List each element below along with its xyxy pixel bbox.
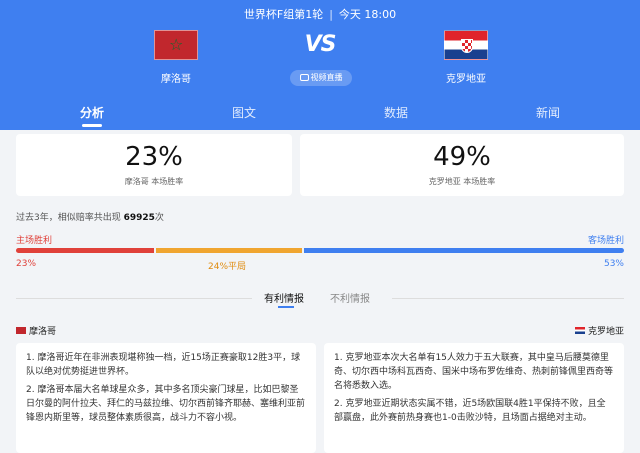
list-item: 2. 克罗地亚近期状态实属不错，近5场欧国联4胜1平保持不败，且全部赢盘，此外赛… [334, 399, 606, 423]
history-count: 69925 [123, 213, 155, 223]
morocco-flag-icon: ☆ [154, 30, 198, 60]
home-win-pct: 23% [16, 259, 37, 269]
away-win-rate: 49% [433, 142, 491, 172]
home-win-rate: 23% [125, 142, 183, 172]
home-team-name: 摩洛哥 [161, 74, 191, 85]
draw-bar [156, 248, 302, 253]
vs-label: VS [304, 32, 337, 57]
tab-news[interactable]: 新闻 [508, 104, 588, 121]
main-tabs: 分析 图文 数据 新闻 [0, 104, 640, 130]
tab-analysis[interactable]: 分析 [52, 104, 132, 121]
match-time: 今天 18:00 [338, 8, 397, 21]
away-win-bar [304, 248, 624, 253]
home-intel-list: 1. 摩洛哥近年在非洲表现堪称独一档，近15场正赛豪取12胜3平，球队以绝对优势… [16, 343, 316, 453]
away-win-rate-label: 克罗地亚 本场胜率 [428, 177, 496, 186]
draw-pct: 24%平局 [208, 262, 247, 272]
away-team-name: 克罗地亚 [446, 74, 486, 85]
away-intel-team: 克罗地亚 [587, 327, 624, 337]
away-win-legend: 客场胜利 [587, 236, 624, 246]
home-win-legend: 主场胜利 [16, 236, 53, 246]
away-intel-list: 1. 克罗地亚本次大名单有15人效力于五大联赛，其中皇马后腰莫德里奇、切尔西中场… [324, 343, 624, 453]
live-stream-button[interactable]: 视频直播 [290, 70, 352, 86]
home-win-bar [16, 248, 154, 253]
tab-graphic[interactable]: 图文 [204, 104, 284, 121]
home-intel-header: 摩洛哥 [16, 324, 56, 337]
home-win-rate-label: 摩洛哥 本场胜率 [124, 177, 184, 186]
away-win-rate-card: 49% 克罗地亚 本场胜率 [300, 134, 624, 196]
tab-data[interactable]: 数据 [356, 104, 436, 121]
divider [16, 298, 252, 299]
competition-label: 世界杯F组第1轮 [243, 8, 324, 21]
divider [392, 298, 624, 299]
match-title: 世界杯F组第1轮 | 今天 18:00 [243, 8, 397, 21]
away-intel-header: 克罗地亚 [574, 324, 624, 337]
croatia-flag-icon [574, 327, 585, 334]
list-item: 1. 克罗地亚本次大名单有15人效力于五大联赛，其中皇马后腰莫德里奇、切尔西中场… [334, 353, 614, 391]
away-team[interactable]: 克罗地亚 [406, 30, 526, 85]
history-summary: 过去3年，相似赔率共出现 69925次 [16, 210, 164, 223]
history-suffix: 次 [154, 213, 164, 223]
home-team[interactable]: ☆ 摩洛哥 [116, 30, 236, 85]
home-intel-team: 摩洛哥 [29, 327, 57, 337]
intel-tabs: 有利情报 不利情报 [0, 288, 640, 308]
home-win-rate-card: 23% 摩洛哥 本场胜率 [16, 134, 292, 196]
tab-unfavorable-intel[interactable]: 不利情报 [330, 290, 370, 305]
video-camera-icon [299, 74, 309, 81]
active-intel-indicator [278, 306, 294, 308]
history-prefix: 过去3年，相似赔率共出现 [16, 213, 121, 223]
list-item: 1. 摩洛哥近年在非洲表现堪称独一档，近15场正赛豪取12胜3平，球队以绝对优势… [26, 353, 301, 377]
tab-favorable-intel[interactable]: 有利情报 [264, 290, 304, 305]
croatia-flag-icon [444, 30, 488, 60]
morocco-flag-icon [16, 327, 26, 334]
list-item: 2. 摩洛哥本届大名单球星众多，其中多名顶尖豪门球星，比如巴黎圣日尔曼的阿什拉夫… [26, 385, 306, 423]
away-win-pct: 53% [603, 259, 624, 269]
active-tab-indicator [82, 124, 102, 127]
match-header: 世界杯F组第1轮 | 今天 18:00 ☆ 摩洛哥 VS 视频直播 克罗地亚 分析 … [0, 0, 640, 130]
live-stream-label: 视频直播 [310, 73, 343, 82]
